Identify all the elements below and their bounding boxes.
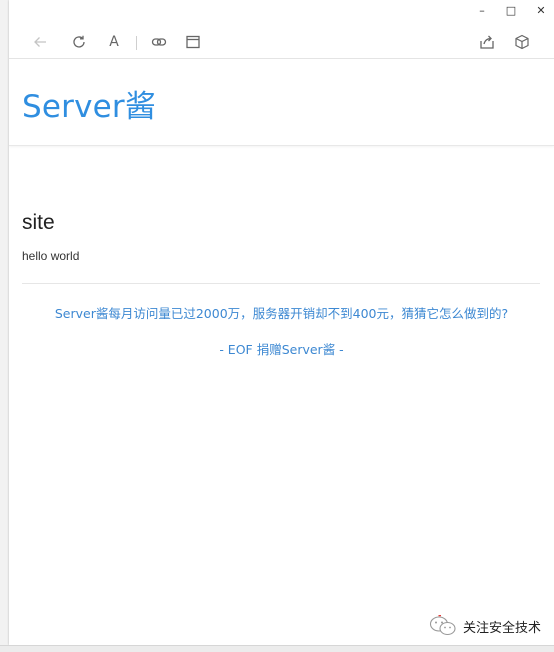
minimize-icon: –	[479, 3, 485, 17]
watermark-text: 关注安全技术	[463, 620, 542, 636]
font-button[interactable]: A	[101, 28, 127, 56]
wechat-icon	[429, 615, 456, 636]
copy-link-button[interactable]	[146, 28, 172, 56]
package-button[interactable]	[509, 28, 535, 56]
toolbar-separator	[136, 36, 137, 50]
share-button[interactable]	[474, 28, 500, 56]
window-icon	[186, 35, 200, 49]
share-icon	[480, 35, 494, 49]
link-icon	[151, 38, 167, 46]
content-divider	[22, 283, 540, 284]
font-icon: A	[109, 34, 119, 50]
close-icon: ✕	[536, 3, 546, 17]
reader-window: – □ ✕ A Server酱 site hello world Server酱…	[9, 0, 554, 645]
toolbar: A	[9, 28, 554, 58]
watermark: 关注安全技术	[429, 606, 541, 645]
cube-icon	[515, 34, 529, 50]
site-header: Server酱	[9, 59, 554, 146]
post-body: hello world	[22, 249, 80, 263]
post-title: site	[22, 211, 55, 234]
refresh-button[interactable]	[66, 28, 92, 56]
open-window-button[interactable]	[180, 28, 206, 56]
site-title[interactable]: Server酱	[22, 81, 156, 126]
title-bar: – □ ✕	[9, 0, 554, 20]
close-button[interactable]: ✕	[531, 2, 551, 18]
maximize-icon: □	[505, 3, 517, 17]
refresh-icon	[73, 35, 85, 48]
eof-donate-link[interactable]: - EOF 捐赠Server酱 -	[9, 339, 554, 358]
back-button[interactable]	[27, 28, 53, 56]
minimize-button[interactable]: –	[472, 2, 492, 18]
promo-link[interactable]: Server酱每月访问量已过2000万，服务器开销却不到400元，猜猜它怎么做到…	[9, 303, 554, 322]
maximize-button[interactable]: □	[501, 2, 521, 18]
back-arrow-icon	[34, 37, 46, 47]
